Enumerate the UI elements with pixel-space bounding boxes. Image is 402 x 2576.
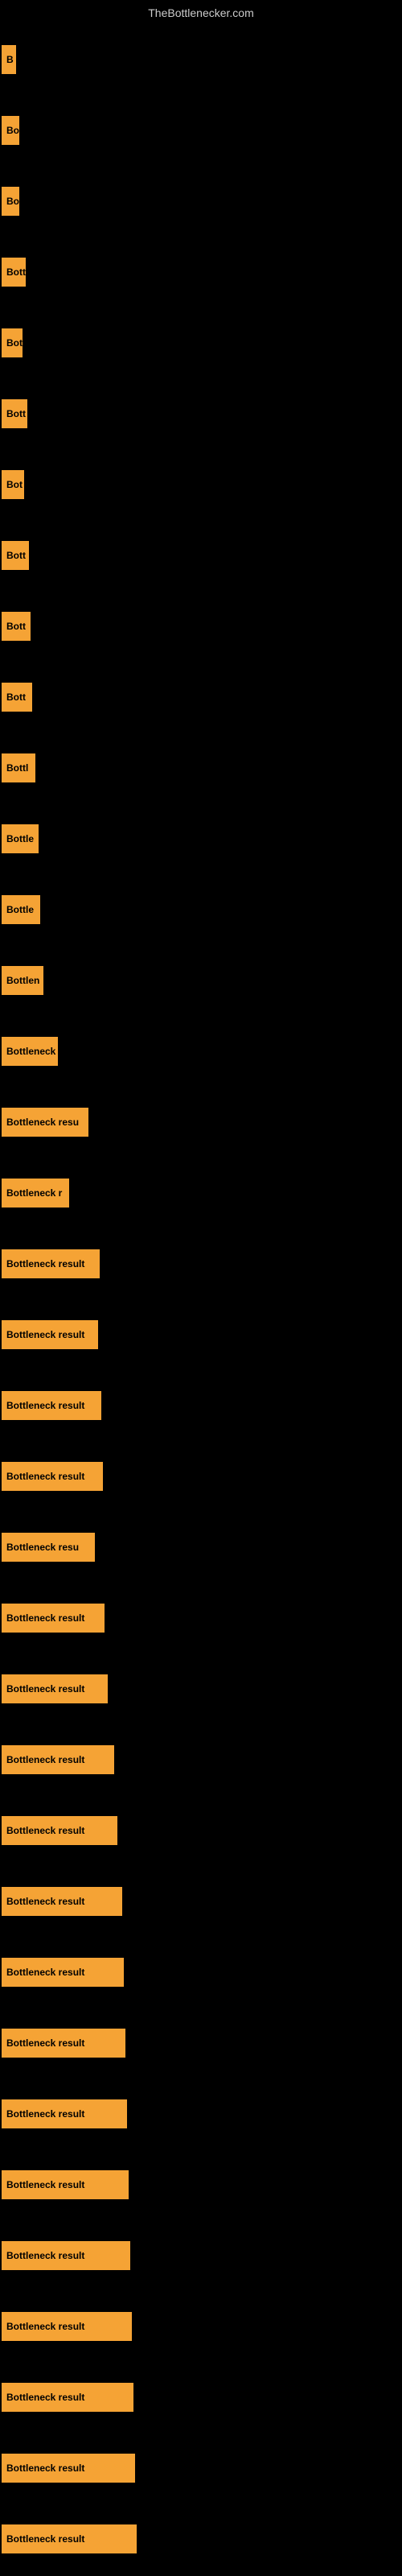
site-title: TheBottlenecker.com (0, 0, 402, 23)
bar-row: Bottleneck result (0, 2291, 402, 2362)
bar-row: Bottleneck result (0, 1441, 402, 1512)
bar-row: Bott (0, 591, 402, 662)
bar-label: Bottleneck result (2, 2524, 137, 2553)
bar-row: Bottleneck result (0, 1653, 402, 1724)
bar-row: Bott (0, 662, 402, 733)
bar-label: Bottleneck result (2, 1816, 117, 1845)
bar-label: Bottleneck result (2, 1391, 101, 1420)
bar-label: Bottleneck result (2, 2454, 135, 2483)
bar-row: Bott (0, 520, 402, 591)
bar-row: Bottleneck result (0, 1795, 402, 1866)
bar-row: Bottle (0, 874, 402, 945)
bar-row: Bottleneck result (0, 1583, 402, 1653)
bar-row: Bottlen (0, 945, 402, 1016)
bar-row: Bottleneck result (0, 2220, 402, 2291)
bar-row: Bottleneck result (0, 1937, 402, 2008)
bar-label: Bottleneck result (2, 1604, 105, 1633)
bar-row: Bottleneck result (0, 2149, 402, 2220)
bar-label: Bottleneck result (2, 1462, 103, 1491)
bar-row: Bottleneck result (0, 2504, 402, 2574)
bar-label: Bott (2, 399, 27, 428)
bar-label: Bott (2, 683, 32, 712)
bar-row: Bot (0, 449, 402, 520)
bar-row: B (0, 24, 402, 95)
bar-row: Bottleneck result (0, 2008, 402, 2079)
bar-label: Bot (2, 328, 23, 357)
bar-label: Bo (2, 187, 19, 216)
bar-label: Bottleneck result (2, 1745, 114, 1774)
bar-label: Bottleneck result (2, 2312, 132, 2341)
bar-label: Bott (2, 258, 26, 287)
bar-label: Bottleneck result (2, 1320, 98, 1349)
bar-label: Bottleneck result (2, 2383, 133, 2412)
bar-row: Bottleneck result (0, 2433, 402, 2504)
bar-label: Bottleneck result (2, 2170, 129, 2199)
bar-row: Bottleneck result (0, 2079, 402, 2149)
bar-label: Bottl (2, 753, 35, 782)
bar-label: Bottleneck resu (2, 1533, 95, 1562)
bar-row: Bott (0, 237, 402, 308)
bar-row: Bottle (0, 803, 402, 874)
bar-row: Bottleneck result (0, 1866, 402, 1937)
bar-label: Bottleneck result (2, 2029, 125, 2058)
bar-row: Bottleneck result (0, 1724, 402, 1795)
bar-label: B (2, 45, 16, 74)
bar-row: Bottleneck r (0, 1158, 402, 1228)
bar-row: Bo (0, 95, 402, 166)
bar-label: Bottlen (2, 966, 43, 995)
bar-row: Bot (0, 308, 402, 378)
bar-row: Bottleneck resu (0, 1512, 402, 1583)
bar-label: Bot (2, 470, 24, 499)
bar-row: Bottl (0, 733, 402, 803)
bar-row: Bottleneck result (0, 1370, 402, 1441)
bar-row: Bo (0, 166, 402, 237)
bar-label: Bottle (2, 895, 40, 924)
bar-label: Bottleneck (2, 1037, 58, 1066)
bar-label: Bottleneck result (2, 2241, 130, 2270)
bar-row: Bott (0, 378, 402, 449)
bar-row: Bottleneck (0, 1016, 402, 1087)
bar-label: Bottleneck result (2, 1249, 100, 1278)
bar-label: Bottleneck result (2, 1958, 124, 1987)
bar-label: Bottleneck r (2, 1179, 69, 1208)
bar-label: Bottleneck result (2, 2099, 127, 2128)
bar-label: Bott (2, 612, 31, 641)
bars-container: B Bo Bo Bott Bot Bott Bot Bott Bott Bott Bottl Bott… (0, 24, 402, 2574)
bar-row: Bottleneck result (0, 1299, 402, 1370)
bar-label: Bottle (2, 824, 39, 853)
bar-label: Bott (2, 541, 29, 570)
bar-row: Bottleneck resu (0, 1087, 402, 1158)
bar-row: Bottleneck result (0, 1228, 402, 1299)
bar-label: Bottleneck result (2, 1887, 122, 1916)
bar-label: Bo (2, 116, 19, 145)
bar-label: Bottleneck result (2, 1674, 108, 1703)
bar-label: Bottleneck resu (2, 1108, 88, 1137)
bar-row: Bottleneck result (0, 2362, 402, 2433)
